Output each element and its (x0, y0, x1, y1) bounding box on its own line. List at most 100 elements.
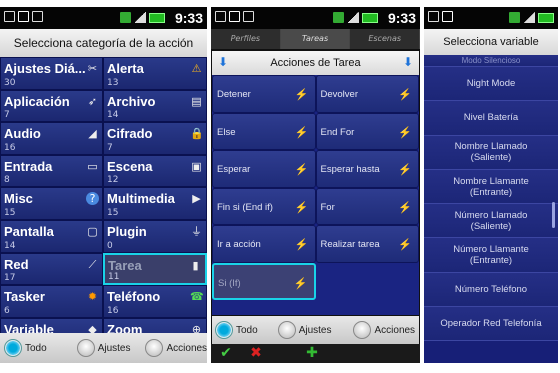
action-tile[interactable]: Devolver ⚡ (315, 75, 419, 113)
category-tile[interactable]: Ajustes Diá... 30 ✂ (0, 57, 103, 90)
action-label: Esperar hasta (320, 164, 380, 175)
tasker-icon: ✹ (87, 290, 98, 304)
tab-profiles[interactable]: Perfiles (211, 29, 281, 49)
filter-settings[interactable]: Ajustes (76, 339, 130, 357)
phone-icon: ☎ (190, 290, 204, 304)
category-tile[interactable]: Plugin 0 ⏚ (103, 219, 207, 253)
bolt-icon: ⚡ (398, 164, 412, 176)
category-tile[interactable]: Multimedia 15 ▶ (103, 187, 207, 220)
variable-label: Número Teléfono (454, 283, 528, 295)
bolt-icon: ⚡ (398, 89, 412, 101)
filter-all[interactable]: Todo (4, 339, 47, 357)
category-count: 7 (4, 110, 10, 121)
list-item[interactable]: Nombre Llamado (Saliente) (424, 135, 558, 170)
rocket-icon: ➶ (87, 94, 98, 108)
list-item[interactable]: Nombre Llamante (Entrante) (424, 169, 558, 205)
list-item[interactable]: Operador Red Telefonía (424, 307, 558, 342)
category-grid: Ajustes Diá... 30 ✂ Alerta 13 ⚠ Aplicación 7 ➶ Ar… (0, 57, 207, 351)
radio-off-icon (353, 321, 372, 339)
keyboard-icon: ▭ (87, 159, 98, 173)
dialog-title: ⬇ Acciones de Tarea ⬇ (212, 51, 419, 75)
category-tile[interactable]: Misc 15? (0, 187, 103, 220)
list-item[interactable]: Night Mode (424, 67, 558, 102)
network-icon: ⟋ (88, 257, 97, 271)
variable-label: Operador Red Telefonía (440, 318, 542, 330)
variable-label: Número Llamante (Entrante) (453, 244, 529, 267)
category-name: Tasker (4, 289, 45, 305)
file-icon: ▤ (191, 94, 202, 108)
filter-bar: Todo Ajustes Acciones (0, 333, 207, 363)
bolt-icon: ⚡ (398, 126, 412, 139)
category-name: Tarea (108, 257, 142, 273)
action-tile[interactable]: Esperar ⚡ (212, 150, 316, 188)
bolt-icon: ⚡ (294, 126, 309, 139)
category-count: 17 (4, 273, 16, 284)
action-label: Detener (217, 89, 251, 100)
category-name: Entrada (4, 158, 53, 174)
category-count: 16 (4, 142, 16, 153)
action-tile[interactable]: Else ⚡ (212, 112, 316, 150)
category-tile[interactable]: Teléfono 16 ☎ (103, 285, 207, 318)
help-icon: ? (86, 192, 99, 206)
filter-actions[interactable]: Acciones (145, 339, 207, 357)
status-bar: 9:33 (211, 7, 420, 29)
variable-label: Nivel Batería (463, 112, 519, 124)
action-tile[interactable]: For ⚡ (315, 187, 419, 225)
category-tile[interactable]: Tasker 6 ✹ (0, 285, 103, 318)
filter-all[interactable]: Todo (215, 321, 258, 339)
category-tile[interactable]: Pantalla 14 ▢ (0, 219, 103, 253)
category-tile[interactable]: Escena 12 ▣ (103, 154, 207, 188)
action-label: Esperar (217, 164, 251, 175)
wifi-icon (509, 12, 520, 23)
category-name: Cifrado (107, 126, 153, 142)
list-item[interactable]: Número Teléfono (424, 272, 558, 308)
action-tile[interactable]: Si (If) ⚡ (212, 262, 316, 300)
category-count: 12 (107, 175, 119, 186)
category-tile[interactable]: Archivo 14 ▤ (103, 89, 207, 123)
scrollbar[interactable] (552, 202, 555, 228)
tab-scenes[interactable]: Escenas (350, 29, 420, 49)
category-tile[interactable]: Alerta 13 ⚠ (103, 57, 207, 90)
filter-actions[interactable]: Acciones (353, 321, 415, 339)
usb-icon (32, 11, 43, 22)
list-item[interactable]: Modo Silencioso (424, 55, 558, 67)
category-name: Teléfono (107, 289, 161, 305)
action-label: Devolver (320, 89, 359, 100)
category-tile[interactable]: Aplicación 7 ➶ (0, 89, 103, 123)
signal-icon (347, 12, 359, 23)
monitor-icon: ▢ (87, 224, 98, 238)
list-item[interactable]: Número Llamante (Entrante) (424, 238, 558, 273)
category-tile[interactable]: Red 17 ⟋ (0, 252, 103, 286)
category-count: 15 (4, 207, 16, 218)
category-name: Red (4, 256, 29, 272)
clock: 9:33 (174, 10, 203, 26)
action-tile[interactable]: Detener ⚡ (212, 75, 316, 113)
action-tile[interactable]: Ir a acción ⚡ (212, 225, 316, 263)
bolt-icon: ⚡ (398, 239, 412, 251)
download-arrow-icon[interactable]: ⬇ (401, 55, 415, 69)
check-icon[interactable]: ✔ (217, 346, 235, 361)
category-name: Misc (4, 191, 33, 207)
download-arrow-icon[interactable]: ⬇ (216, 55, 230, 69)
action-tile[interactable]: Realizar tarea ⚡ (315, 225, 419, 263)
category-tile[interactable]: Tarea 11 ▮ (103, 252, 207, 286)
filter-settings[interactable]: Ajustes (277, 321, 331, 339)
signal-icon (134, 12, 146, 23)
category-tile[interactable]: Audio 16 ◢ (0, 122, 103, 155)
list-item[interactable]: Nivel Batería (424, 101, 558, 136)
bolt-icon: ⚡ (294, 201, 309, 214)
wifi-icon (333, 12, 344, 23)
action-tile[interactable]: Fin si (End if) ⚡ (212, 187, 316, 225)
category-name: Archivo (107, 93, 156, 109)
tab-tasks[interactable]: Tareas (280, 29, 351, 49)
filter-bar: Todo Ajustes Acciones (212, 316, 419, 344)
category-tile[interactable]: Entrada 8 ▭ (0, 154, 103, 188)
cancel-icon[interactable]: ✖ (247, 346, 265, 361)
action-tile[interactable]: Esperar hasta ⚡ (315, 150, 419, 188)
category-name: Aplicación (4, 93, 70, 109)
action-tile[interactable]: End For ⚡ (315, 112, 419, 150)
add-icon[interactable]: ✚ (303, 346, 321, 361)
action-label: Fin si (End if) (217, 201, 273, 213)
category-tile[interactable]: Cifrado 7 🔒 (103, 122, 207, 155)
list-item[interactable]: Número Llamado (Saliente) (424, 204, 558, 239)
